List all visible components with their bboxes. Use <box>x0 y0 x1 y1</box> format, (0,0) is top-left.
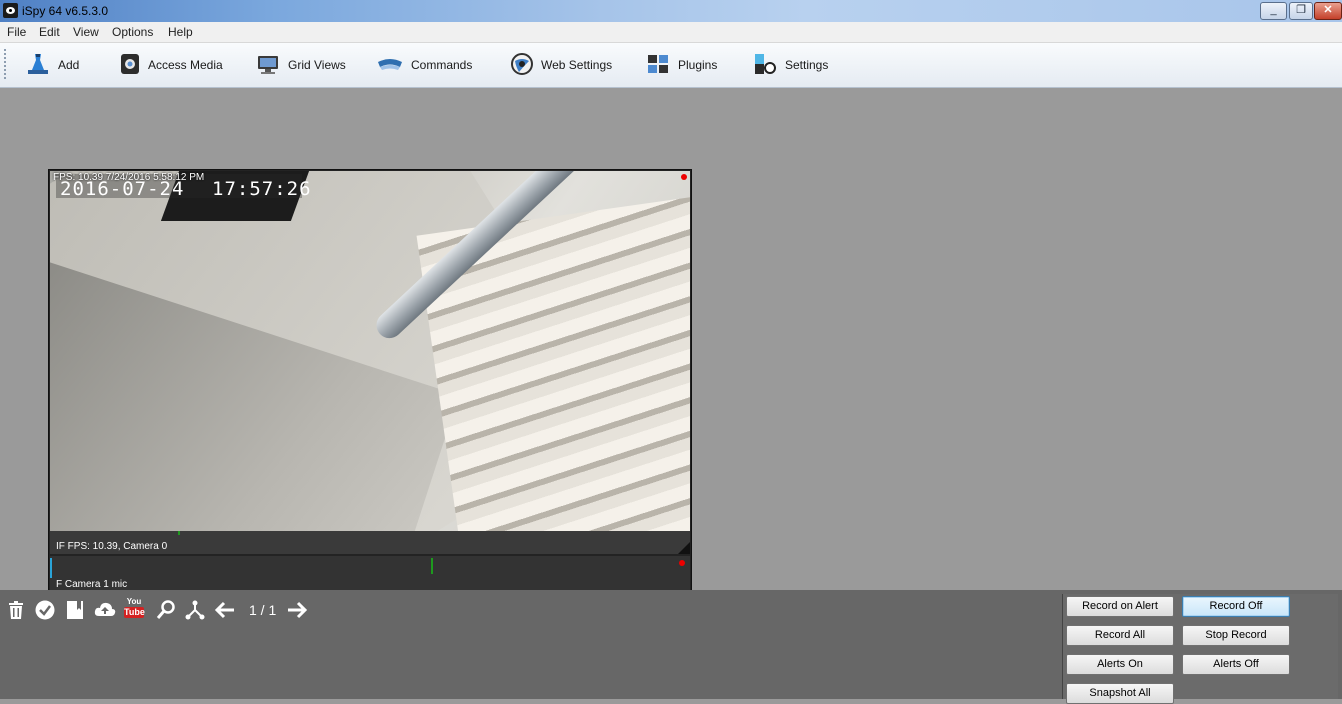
access-media-label: Access Media <box>148 58 223 72</box>
fps-timestamp: FPS: 10.39 7/24/2016 5:58:12 PM <box>53 172 205 183</box>
menu-bar: File Edit View Options Help <box>0 22 1342 43</box>
feed-stairs <box>416 189 690 531</box>
alerts-off-button[interactable]: Alerts Off <box>1182 654 1290 675</box>
record-all-button[interactable]: Record All <box>1066 625 1174 646</box>
restore-button[interactable]: ❐ <box>1289 2 1313 20</box>
bottom-toolbar: You Tube 1 / 1 Record on Alert Record Of… <box>0 590 1342 704</box>
grid-views-icon <box>258 56 278 74</box>
title-bar: iSpy 64 v6.5.3.0 _ ❐ ✕ <box>0 0 1342 22</box>
status-marker <box>178 531 180 535</box>
plugins-icon <box>648 55 668 73</box>
menu-help[interactable]: Help <box>168 25 193 39</box>
camera-panel[interactable]: 2016-07-24 17:57:26 FPS: 10.39 7/24/2016… <box>48 169 692 592</box>
youtube-icon[interactable]: You Tube <box>124 598 145 620</box>
menu-edit[interactable]: Edit <box>39 25 60 39</box>
add-button[interactable]: Add <box>26 51 86 79</box>
alerts-on-button[interactable]: Alerts On <box>1066 654 1174 675</box>
osd-time: 17:57:26 <box>212 178 312 200</box>
commands-label: Commands <box>411 58 473 72</box>
commands-icon <box>378 59 402 70</box>
media-icon <box>121 54 139 74</box>
access-media-button[interactable]: Access Media <box>118 51 228 79</box>
arrow-right-icon[interactable] <box>286 600 308 620</box>
mic-label: F Camera 1 mic <box>56 579 128 590</box>
grid-views-label: Grid Views <box>288 58 346 72</box>
menu-file[interactable]: File <box>7 25 26 39</box>
record-off-button[interactable]: Record Off <box>1182 596 1290 617</box>
web-settings-label: Web Settings <box>541 58 613 72</box>
snapshot-all-button[interactable]: Snapshot All <box>1066 683 1174 704</box>
hierarchy-icon[interactable] <box>185 600 205 620</box>
add-icon <box>28 54 48 74</box>
app-eye-icon <box>3 3 18 18</box>
web-settings-button[interactable]: Web Settings <box>510 51 615 79</box>
control-buttons-panel: Record on Alert Record Off Record All St… <box>1062 594 1338 704</box>
camera-feed[interactable]: 2016-07-24 17:57:26 FPS: 10.39 7/24/2016… <box>50 171 690 531</box>
commands-button[interactable]: Commands <box>376 51 476 79</box>
web-settings-icon <box>511 53 533 75</box>
settings-label: Settings <box>785 58 829 72</box>
arrow-left-icon[interactable] <box>214 600 236 620</box>
toolbar-grip[interactable] <box>4 49 6 79</box>
add-label: Add <box>58 58 80 72</box>
mic-recording-indicator <box>679 560 685 566</box>
recording-indicator <box>681 174 687 180</box>
stop-record-button[interactable]: Stop Record <box>1182 625 1290 646</box>
minimize-button[interactable]: _ <box>1260 2 1287 20</box>
cloud-upload-icon[interactable] <box>94 600 116 620</box>
mic-marker <box>431 558 433 574</box>
menu-view[interactable]: View <box>73 25 99 39</box>
settings-button[interactable]: Settings <box>753 51 833 79</box>
close-button[interactable]: ✕ <box>1314 2 1342 20</box>
bookmark-icon[interactable] <box>65 600 85 620</box>
record-on-alert-button[interactable]: Record on Alert <box>1066 596 1174 617</box>
check-icon[interactable] <box>35 600 55 620</box>
settings-icon <box>755 54 776 74</box>
plugins-button[interactable]: Plugins <box>646 51 721 79</box>
search-icon[interactable] <box>156 600 176 620</box>
menu-options[interactable]: Options <box>112 25 153 39</box>
page-indicator: 1 / 1 <box>249 602 277 618</box>
mic-level-start <box>50 558 52 578</box>
mic-bar: F Camera 1 mic <box>50 556 690 590</box>
grid-views-button[interactable]: Grid Views <box>256 51 351 79</box>
plugins-label: Plugins <box>678 58 718 72</box>
trash-icon[interactable] <box>6 600 26 620</box>
main-toolbar: Add Access Media Grid Views Commands Web… <box>0 43 1342 88</box>
window-title: iSpy 64 v6.5.3.0 <box>22 4 109 18</box>
resize-grip-icon[interactable] <box>678 542 690 554</box>
camera-status-bar: IF FPS: 10.39, Camera 0 <box>50 531 690 554</box>
camera-status-text: IF FPS: 10.39, Camera 0 <box>56 541 168 552</box>
